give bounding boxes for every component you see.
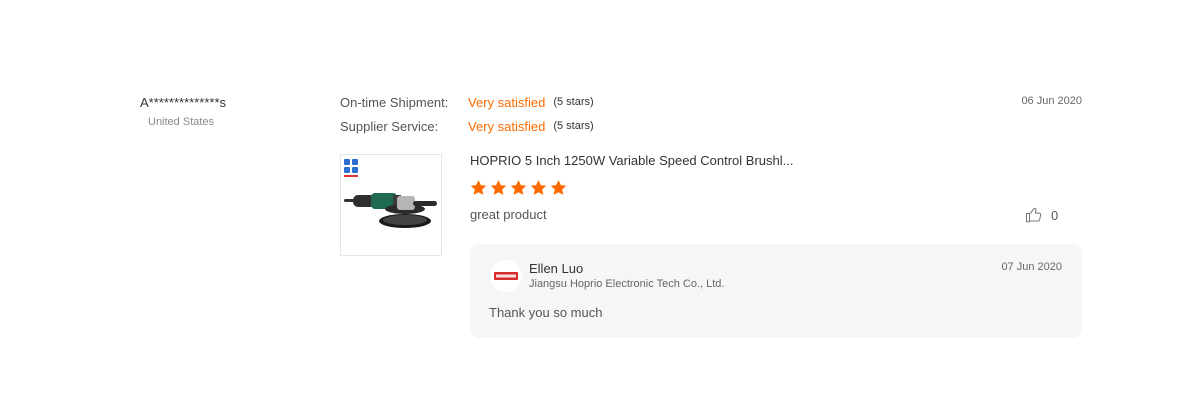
reply-text: Thank you so much bbox=[489, 305, 603, 320]
angle-grinder-image bbox=[344, 159, 437, 228]
rating-stars-text: (5 stars) bbox=[553, 120, 594, 132]
review-date: 06 Jun 2020 bbox=[1021, 95, 1082, 107]
rating-label: On-time Shipment: bbox=[340, 94, 449, 110]
review-text: great product bbox=[470, 207, 547, 222]
reply-company: Jiangsu Hoprio Electronic Tech Co., Ltd. bbox=[529, 278, 725, 290]
star-icon bbox=[510, 180, 527, 195]
star-rating bbox=[469, 179, 568, 197]
rating-row-service: Supplier Service: Very satisfied (5 star… bbox=[340, 117, 594, 135]
star-icon bbox=[530, 180, 547, 195]
star-icon bbox=[470, 180, 487, 195]
star-icon bbox=[490, 180, 507, 195]
product-title[interactable]: HOPRIO 5 Inch 1250W Variable Speed Contr… bbox=[470, 153, 793, 168]
rating-row-shipment: On-time Shipment: Very satisfied (5 star… bbox=[340, 93, 594, 111]
hoprio-logo bbox=[494, 272, 518, 280]
thumbs-up-icon bbox=[1025, 208, 1042, 223]
rating-label: Supplier Service: bbox=[340, 118, 439, 134]
product-image[interactable] bbox=[340, 154, 442, 256]
review-item: A**************s United States On-time S… bbox=[0, 0, 1200, 418]
supplier-reply: Ellen Luo Jiangsu Hoprio Electronic Tech… bbox=[470, 244, 1082, 338]
buyer-country: United States bbox=[148, 116, 215, 128]
supplier-logo bbox=[490, 260, 522, 292]
rating-stars-text: (5 stars) bbox=[553, 96, 594, 108]
reply-date: 07 Jun 2020 bbox=[1001, 261, 1062, 273]
helpful-count: 0 bbox=[1051, 207, 1059, 223]
rating-value: Very satisfied bbox=[468, 94, 546, 110]
star-icon bbox=[550, 180, 567, 195]
reply-author-name: Ellen Luo bbox=[529, 261, 584, 276]
helpful-button[interactable]: 0 bbox=[1025, 206, 1058, 224]
buyer-name: A**************s bbox=[140, 95, 226, 110]
rating-value: Very satisfied bbox=[468, 118, 546, 134]
